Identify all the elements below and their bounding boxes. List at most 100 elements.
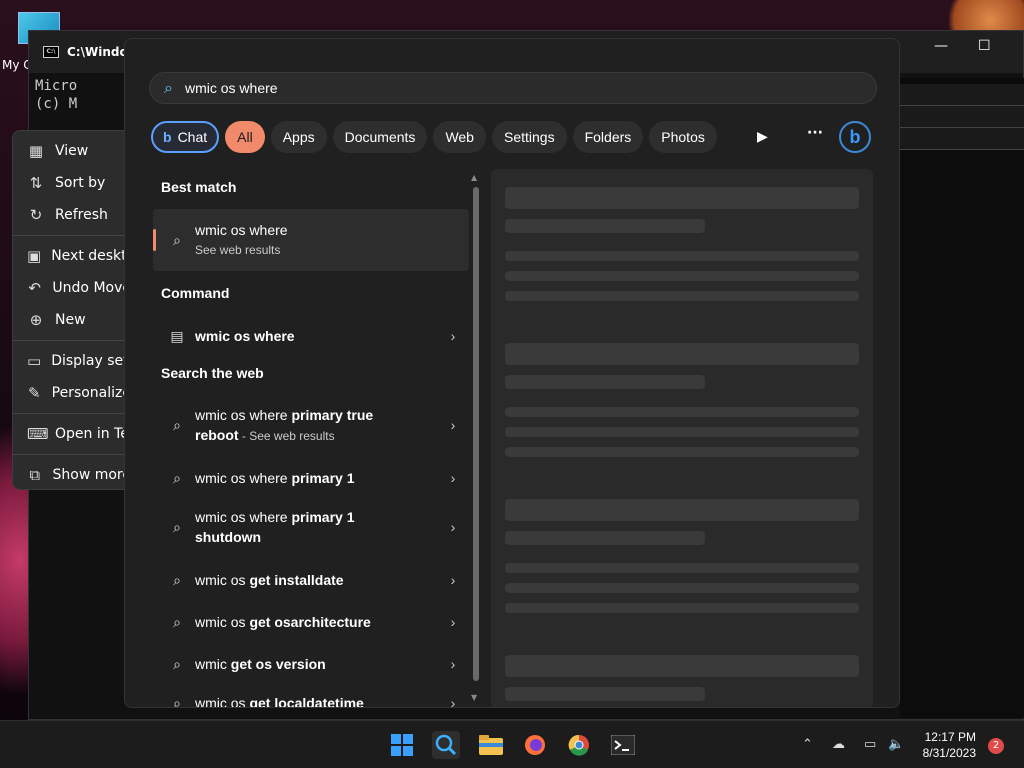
- chrome-icon: [568, 734, 589, 756]
- command-result[interactable]: ▤ wmic os where ›: [153, 321, 469, 351]
- chip-all[interactable]: All: [225, 121, 265, 153]
- chevron-right-icon[interactable]: ›: [443, 470, 463, 486]
- chevron-right-icon[interactable]: ›: [443, 614, 463, 630]
- skeleton-line: [505, 427, 859, 437]
- bing-icon[interactable]: b: [839, 121, 871, 153]
- console-title: C:\Windo: [67, 45, 128, 59]
- skeleton-block: [505, 499, 859, 521]
- bing-chat-icon: b: [163, 129, 172, 145]
- skeleton-line: [505, 375, 705, 389]
- more-options-icon[interactable]: ···: [807, 125, 823, 141]
- system-clock[interactable]: 12:17 PM 8/31/2023: [916, 729, 976, 761]
- web-result[interactable]: ⌕ wmic get os version ›: [153, 649, 469, 679]
- menu-divider: [13, 413, 131, 414]
- chevron-right-icon[interactable]: ›: [443, 417, 463, 433]
- file-explorer-button[interactable]: [477, 731, 505, 759]
- scroll-down-icon[interactable]: ▼: [471, 693, 477, 702]
- minimize-button[interactable]: —: [934, 38, 948, 54]
- menu-item-personalize[interactable]: ✎ Personalize: [13, 377, 131, 409]
- chip-folders[interactable]: Folders: [572, 121, 644, 153]
- menu-item-label: New: [55, 312, 86, 328]
- chip-chat[interactable]: b Chat: [151, 121, 220, 153]
- menu-item-next-desktop[interactable]: ▣ Next deskto: [13, 240, 131, 272]
- terminal-taskbar-button[interactable]: [609, 731, 637, 759]
- chevron-right-icon[interactable]: ›: [443, 695, 463, 707]
- desktop-context-menu: ▦ View ⇅ Sort by ↻ Refresh ▣ Next deskto ↶ Un…: [12, 130, 132, 490]
- menu-item-new[interactable]: ⊕ New: [13, 304, 131, 336]
- web-heading: Search the web: [161, 365, 264, 381]
- web-result-bold: shutdown: [195, 529, 262, 545]
- terminal-icon: ⌨: [27, 425, 49, 443]
- volume-icon[interactable]: 🔈: [888, 737, 904, 752]
- skeleton-line: [505, 583, 859, 593]
- start-button[interactable]: [388, 731, 416, 759]
- terminal-icon: [611, 735, 635, 755]
- onedrive-icon[interactable]: ☁: [832, 737, 845, 752]
- results-scrollbar[interactable]: ▲ ▼: [470, 173, 482, 703]
- web-result[interactable]: ⌕ wmic os where primary 1 shutdown ›: [153, 505, 469, 549]
- web-result[interactable]: ⌕ wmic os get installdate ›: [153, 565, 469, 595]
- menu-item-view[interactable]: ▦ View: [13, 135, 131, 167]
- best-match-subtitle: See web results: [195, 243, 281, 257]
- web-result-text: wmic os: [195, 572, 250, 588]
- web-result[interactable]: ⌕ wmic os get osarchitecture ›: [153, 607, 469, 637]
- search-taskbar-button[interactable]: [432, 731, 460, 759]
- menu-item-open-terminal[interactable]: ⌨ Open in Ter: [13, 418, 131, 450]
- notification-badge[interactable]: 2: [988, 738, 1004, 754]
- web-result[interactable]: ⌕ wmic os where primary 1 ›: [153, 463, 469, 493]
- search-icon: [435, 734, 457, 756]
- firefox-button[interactable]: [521, 731, 549, 759]
- cmd-icon: C:\: [43, 46, 59, 58]
- web-result-text: wmic: [195, 656, 231, 672]
- search-icon: ⌕: [173, 694, 181, 708]
- network-icon[interactable]: ▭: [864, 737, 876, 752]
- best-match-row: ⌕ wmic os where See web results: [153, 220, 469, 260]
- clock-time: 12:17 PM: [924, 730, 976, 744]
- menu-item-show-more[interactable]: ⧉ Show more: [13, 459, 131, 491]
- skeleton-line: [505, 531, 705, 545]
- search-icon: ⌕: [173, 571, 181, 588]
- chevron-right-icon[interactable]: ›: [443, 328, 463, 344]
- menu-item-display-settings[interactable]: ▭ Display sett: [13, 345, 131, 377]
- menu-item-undo-move[interactable]: ↶ Undo Move: [13, 272, 131, 304]
- web-result-bold: get os version: [230, 656, 326, 672]
- search-box[interactable]: ⌕: [149, 72, 877, 104]
- chip-photos[interactable]: Photos: [649, 121, 717, 153]
- play-icon[interactable]: ▶: [757, 129, 768, 145]
- web-result[interactable]: ⌕ wmic os get localdatetime ›: [153, 691, 469, 708]
- search-panel: ⌕ b Chat All Apps Documents Web Settings …: [124, 38, 900, 708]
- skeleton-block: [505, 343, 859, 365]
- chip-web[interactable]: Web: [433, 121, 486, 153]
- chip-apps[interactable]: Apps: [270, 121, 327, 153]
- menu-item-label: Personalize: [51, 385, 131, 401]
- refresh-icon: ↻: [29, 206, 43, 224]
- best-match-item[interactable]: ⌕ wmic os where See web results: [153, 209, 469, 271]
- chevron-up-icon[interactable]: ⌃: [802, 737, 813, 752]
- menu-item-sort-by[interactable]: ⇅ Sort by: [13, 167, 131, 199]
- display-icon: ▭: [27, 352, 42, 370]
- search-input[interactable]: [184, 80, 825, 96]
- web-result-text: wmic os where: [195, 406, 292, 423]
- web-result[interactable]: ⌕ wmic os where primary true reboot - Se…: [153, 403, 469, 447]
- chevron-right-icon[interactable]: ›: [443, 519, 463, 535]
- web-result-text: wmic os where: [195, 470, 292, 486]
- skeleton-line: [505, 251, 859, 261]
- chip-settings[interactable]: Settings: [491, 121, 567, 153]
- search-icon: ⌕: [173, 655, 181, 672]
- chrome-button[interactable]: [565, 731, 593, 759]
- web-result-bold: primary 1: [291, 509, 355, 525]
- menu-item-refresh[interactable]: ↻ Refresh: [13, 199, 131, 231]
- more-icon: ⧉: [29, 466, 41, 484]
- maximize-button[interactable]: ☐: [978, 38, 991, 54]
- chip-label: Chat: [177, 129, 208, 145]
- web-result-bold: primary true: [291, 406, 374, 423]
- scrollbar-thumb[interactable]: [473, 187, 479, 681]
- chip-documents[interactable]: Documents: [332, 121, 428, 153]
- chevron-right-icon[interactable]: ›: [443, 572, 463, 588]
- chevron-right-icon[interactable]: ›: [443, 656, 463, 672]
- web-result-text: wmic os: [195, 614, 250, 630]
- menu-item-label: Refresh: [55, 207, 108, 223]
- menu-item-label: Display sett: [51, 353, 131, 369]
- menu-item-label: Open in Ter: [55, 426, 131, 442]
- scroll-up-icon[interactable]: ▲: [471, 173, 477, 182]
